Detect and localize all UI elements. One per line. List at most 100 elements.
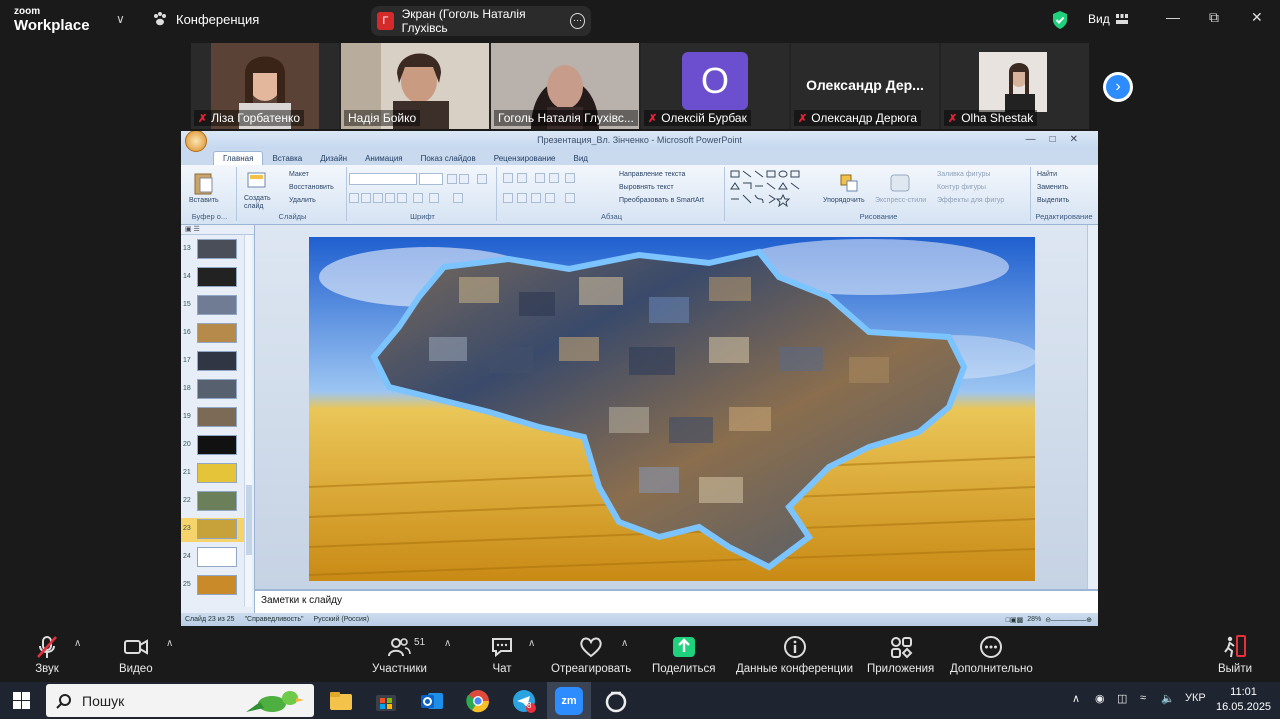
decrease-indent-icon[interactable] — [535, 173, 545, 183]
change-case-icon[interactable] — [429, 193, 439, 203]
more-icon[interactable]: ··· — [570, 13, 585, 29]
font-name-box[interactable] — [349, 173, 417, 185]
participant-tile[interactable]: ✗ Ліза Горбатенко — [191, 43, 339, 129]
shield-check-icon[interactable] — [1051, 10, 1069, 30]
align-left-icon[interactable] — [503, 193, 513, 203]
select-button[interactable]: Выделить — [1037, 197, 1069, 204]
leave-button[interactable]: Выйти — [1218, 634, 1252, 675]
meeting-info-button[interactable]: Данные конференции — [736, 634, 853, 675]
columns-icon[interactable] — [565, 193, 575, 203]
font-color-icon[interactable] — [453, 193, 463, 203]
tab-review[interactable]: Рецензирование — [485, 152, 565, 165]
tab-view[interactable]: Вид — [565, 152, 597, 165]
participant-tile-active-speaker[interactable]: Гоголь Наталія Глухівс... — [491, 43, 639, 129]
minimize-icon[interactable]: — — [1166, 9, 1180, 25]
slide-thumbnail[interactable]: 24 — [181, 546, 247, 570]
chevron-up-icon[interactable]: ∧ — [166, 638, 173, 649]
react-button[interactable]: Отреагировать — [551, 634, 631, 675]
microsoft-store-icon[interactable] — [372, 687, 400, 715]
current-slide[interactable] — [309, 237, 1035, 581]
restore-icon[interactable]: ⧉ — [1209, 9, 1219, 26]
line-spacing-icon[interactable] — [565, 173, 575, 183]
align-right-icon[interactable] — [531, 193, 541, 203]
italic-icon[interactable] — [361, 193, 371, 203]
speaker-icon[interactable]: 🔈 — [1161, 692, 1175, 705]
wifi-icon[interactable]: ≈ — [1140, 692, 1146, 704]
chevron-up-icon[interactable]: ∧ — [74, 638, 81, 649]
shadow-icon[interactable] — [397, 193, 407, 203]
layout-button[interactable]: Макет — [289, 171, 309, 178]
tray-app-icon[interactable]: ◉ — [1095, 692, 1105, 705]
arrange-icon[interactable] — [839, 173, 861, 193]
reset-button[interactable]: Восстановить — [289, 184, 334, 191]
slide-thumbnail[interactable]: 23 — [181, 518, 247, 542]
tab-design[interactable]: Дизайн — [311, 152, 356, 165]
replace-button[interactable]: Заменить — [1037, 184, 1068, 191]
audio-button[interactable]: Звук — [34, 634, 60, 675]
obs-app-icon[interactable] — [602, 687, 630, 715]
numbering-icon[interactable] — [517, 173, 527, 183]
chevron-down-icon[interactable]: ∨ — [116, 12, 125, 26]
language-indicator[interactable]: Русский (Россия) — [314, 616, 370, 623]
paste-button[interactable]: Вставить — [189, 197, 219, 204]
text-direction-button[interactable]: Направление текста — [619, 171, 685, 178]
slide-notes-field[interactable]: Заметки к слайду — [255, 589, 1098, 613]
slide-editing-area[interactable] — [255, 225, 1087, 589]
slide-vertical-scrollbar[interactable] — [1087, 225, 1098, 589]
chevron-up-icon[interactable]: ∧ — [1072, 692, 1080, 705]
slide-thumbnail[interactable]: 16 — [181, 322, 247, 346]
slide-thumbnail[interactable]: 15 — [181, 294, 247, 318]
slide-thumbnail[interactable]: 13 — [181, 238, 247, 262]
arrange-button[interactable]: Упорядочить — [823, 197, 865, 204]
office-button[interactable] — [185, 131, 207, 152]
find-button[interactable]: Найти — [1037, 171, 1057, 178]
participant-tile[interactable]: О ✗ Олексій Бурбак — [641, 43, 789, 129]
outlook-icon[interactable] — [418, 687, 446, 715]
video-button[interactable]: Видео — [119, 634, 153, 675]
zoom-app-taskbar-active[interactable]: zm — [547, 682, 591, 719]
quick-styles-icon[interactable] — [889, 173, 911, 193]
new-slide-icon[interactable] — [247, 171, 267, 189]
quick-styles-button[interactable]: Экспресс-стили — [875, 197, 926, 204]
participant-tile[interactable]: ✗ Olha Shestak — [941, 43, 1089, 129]
participant-tile[interactable]: Надія Бойко — [341, 43, 489, 129]
slide-thumbnail[interactable]: 18 — [181, 378, 247, 402]
shape-effects-button[interactable]: Эффекты для фигур — [937, 197, 1004, 204]
taskbar-search[interactable]: Пошук — [46, 684, 314, 717]
align-center-icon[interactable] — [517, 193, 527, 203]
slide-thumbnail[interactable]: 21 — [181, 462, 247, 486]
windows-start-icon[interactable] — [13, 692, 30, 709]
input-language[interactable]: УКР — [1185, 692, 1206, 704]
chevron-up-icon[interactable]: ∧ — [528, 638, 535, 649]
bullets-icon[interactable] — [503, 173, 513, 183]
slide-thumbnail[interactable]: 22 — [181, 490, 247, 514]
shapes-gallery[interactable] — [729, 169, 815, 207]
slide-thumbnail[interactable]: 25 — [181, 574, 247, 598]
battery-icon[interactable]: ◫ — [1117, 692, 1127, 705]
pane-tabs[interactable]: ▣ ☰ — [181, 225, 254, 235]
zoom-level[interactable]: 28% — [1027, 616, 1041, 623]
align-text-button[interactable]: Выровнять текст — [619, 184, 674, 191]
bold-icon[interactable] — [349, 193, 359, 203]
new-slide-button[interactable]: Создать слайд — [244, 195, 274, 211]
strikethrough-icon[interactable] — [385, 193, 395, 203]
close-icon[interactable]: ✕ — [1251, 9, 1263, 26]
shape-outline-button[interactable]: Контур фигуры — [937, 184, 986, 191]
paste-icon[interactable] — [193, 171, 215, 195]
meeting-menu[interactable]: Конференция — [152, 11, 259, 27]
apps-button[interactable]: Приложения — [867, 634, 934, 675]
slide-thumbnail[interactable]: 14 — [181, 266, 247, 290]
share-button[interactable]: Поделиться — [652, 634, 716, 675]
tab-animation[interactable]: Анимация — [356, 152, 412, 165]
chrome-icon[interactable] — [464, 687, 492, 715]
chevron-up-icon[interactable]: ∧ — [621, 638, 628, 649]
font-size-box[interactable] — [419, 173, 443, 185]
chevron-up-icon[interactable]: ∧ — [444, 638, 451, 649]
view-buttons[interactable]: □▣▩ — [1006, 616, 1023, 624]
shrink-font-icon[interactable] — [459, 174, 469, 184]
file-explorer-icon[interactable] — [327, 687, 355, 715]
tab-home[interactable]: Главная — [213, 151, 264, 165]
slide-thumbnail[interactable]: 17 — [181, 350, 247, 374]
tab-slideshow[interactable]: Показ слайдов — [412, 152, 485, 165]
smartart-button[interactable]: Преобразовать в SmartArt — [619, 197, 704, 204]
